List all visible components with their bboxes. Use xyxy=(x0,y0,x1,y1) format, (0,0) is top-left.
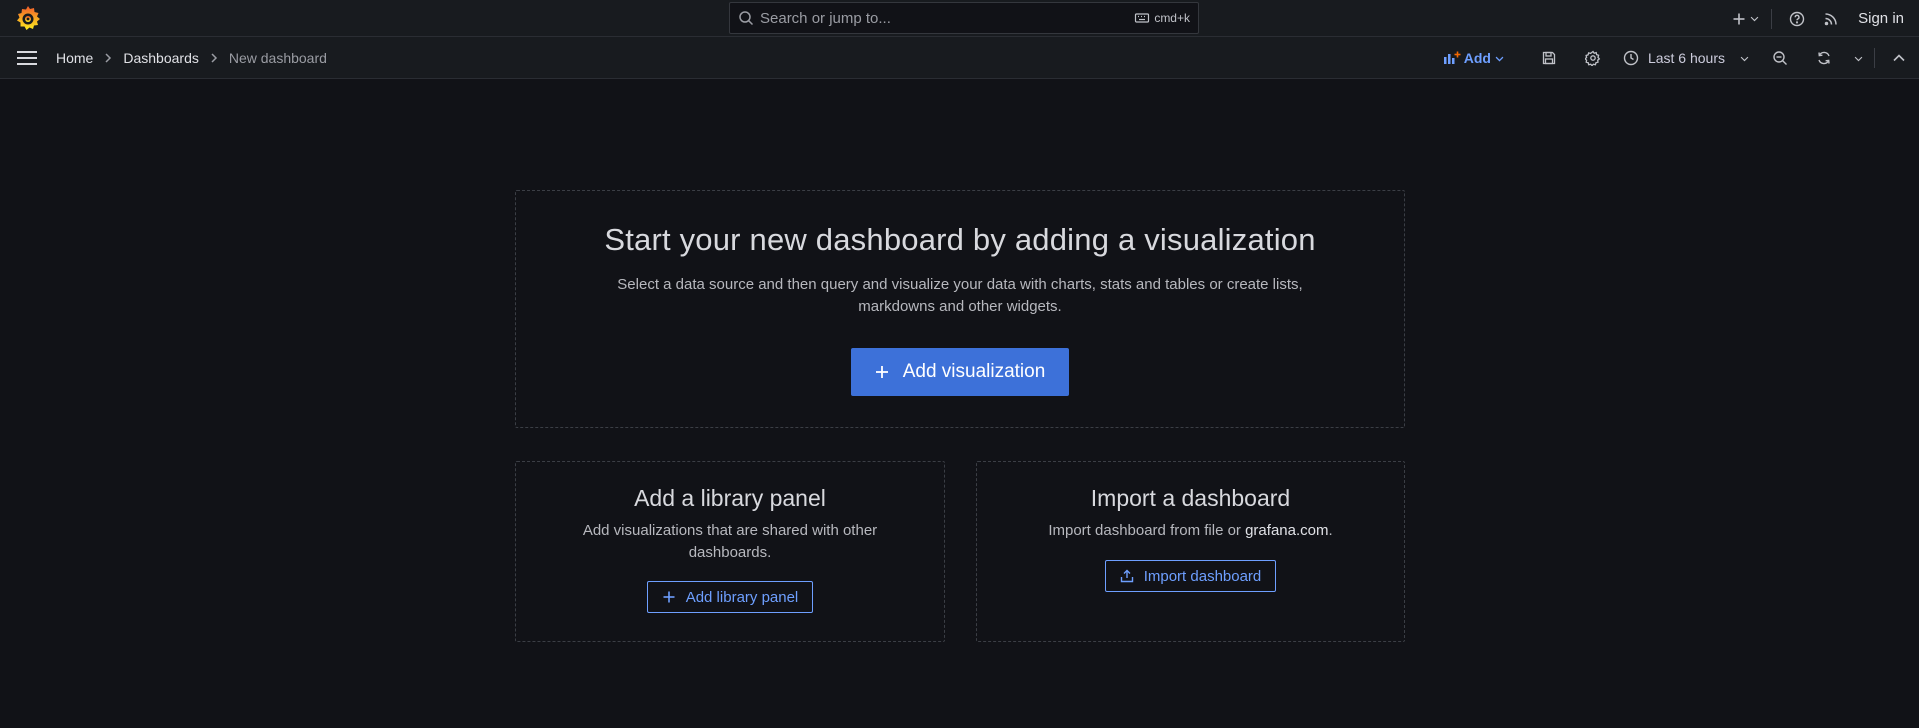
settings-button[interactable] xyxy=(1571,37,1615,79)
import-description-end: . xyxy=(1328,522,1333,539)
import-description-text: Import dashboard from file or xyxy=(1048,522,1246,539)
time-range-label: Last 6 hours xyxy=(1647,50,1725,66)
empty-dashboard-title: Start your new dashboard by adding a vis… xyxy=(604,222,1316,257)
add-library-panel-label: Add library panel xyxy=(685,588,799,606)
add-button[interactable]: Add xyxy=(1443,50,1505,66)
chevron-right-icon xyxy=(211,53,217,63)
time-range-picker[interactable]: Last 6 hours xyxy=(1623,50,1758,66)
refresh-button[interactable] xyxy=(1802,37,1846,79)
search-placeholder: Search or jump to... xyxy=(760,9,891,27)
chevron-right-icon xyxy=(105,53,112,63)
chevron-up-icon xyxy=(1893,54,1905,62)
import-dashboard-button[interactable]: Import dashboard xyxy=(1104,560,1277,592)
plus-icon xyxy=(1733,13,1745,24)
top-bar: Search or jump to... cmd+k Sign in xyxy=(0,0,1919,37)
refresh-icon xyxy=(1818,51,1830,65)
import-dashboard-description: Import dashboard from file or grafana.co… xyxy=(1048,520,1332,542)
breadcrumb: Home Dashboards New dashboard xyxy=(56,37,327,79)
zoom-out-icon xyxy=(1773,51,1787,65)
search-shortcut: cmd+k xyxy=(1134,10,1190,26)
plus-icon xyxy=(663,591,675,603)
empty-dashboard-panel: Start your new dashboard by adding a vis… xyxy=(515,190,1405,428)
plus-icon xyxy=(875,366,888,378)
gear-icon xyxy=(1584,50,1601,66)
add-library-panel-button[interactable]: Add library panel xyxy=(646,581,814,613)
breadcrumb-dashboards[interactable]: Dashboards xyxy=(123,50,199,66)
search-icon xyxy=(739,11,754,26)
library-panel-card: Add a library panel Add visualizations t… xyxy=(515,461,945,642)
top-bar-actions: Sign in xyxy=(1727,0,1919,37)
save-button[interactable] xyxy=(1527,37,1571,79)
library-panel-description: Add visualizations that are shared with … xyxy=(582,522,878,561)
keyboard-icon xyxy=(1135,13,1150,23)
toolbar-actions: Add Last 6 hours xyxy=(1443,37,1919,79)
import-dashboard-label: Import dashboard xyxy=(1143,567,1262,585)
chevron-down-icon xyxy=(1854,56,1862,61)
help-button[interactable] xyxy=(1780,0,1814,37)
menu-icon[interactable] xyxy=(16,49,38,67)
chevron-down-icon xyxy=(1740,56,1749,61)
news-button[interactable] xyxy=(1814,0,1848,37)
grafana-com-link[interactable]: grafana.com xyxy=(1245,522,1328,539)
add-visualization-button[interactable]: Add visualization xyxy=(850,348,1070,396)
grafana-logo-icon[interactable] xyxy=(15,5,41,31)
breadcrumb-current: New dashboard xyxy=(228,50,327,66)
add-button-label: Add xyxy=(1463,50,1491,66)
collapse-toolbar-button[interactable] xyxy=(1879,37,1919,79)
zoom-out-button[interactable] xyxy=(1758,37,1802,79)
search-shortcut-text: cmd+k xyxy=(1154,11,1190,25)
clock-icon xyxy=(1623,50,1639,66)
divider xyxy=(1874,48,1875,68)
new-menu-button[interactable] xyxy=(1727,0,1763,37)
library-panel-title: Add a library panel xyxy=(634,485,826,511)
search-input[interactable]: Search or jump to... cmd+k xyxy=(729,2,1199,34)
refresh-interval-dropdown[interactable] xyxy=(1846,37,1870,79)
divider xyxy=(1771,8,1773,29)
help-icon xyxy=(1789,11,1805,26)
sign-in-link[interactable]: Sign in xyxy=(1858,10,1904,27)
chevron-down-icon xyxy=(1750,16,1758,22)
import-dashboard-card: Import a dashboard Import dashboard from… xyxy=(976,461,1405,642)
breadcrumb-home[interactable]: Home xyxy=(56,50,93,66)
add-panel-icon xyxy=(1443,51,1461,64)
save-icon xyxy=(1542,51,1556,65)
upload-icon xyxy=(1120,569,1133,583)
import-dashboard-title: Import a dashboard xyxy=(1090,485,1291,511)
rss-icon xyxy=(1824,12,1837,25)
add-visualization-label: Add visualization xyxy=(902,361,1046,382)
dashboard-toolbar: Home Dashboards New dashboard Add Last 6 xyxy=(0,37,1919,79)
chevron-down-icon xyxy=(1495,56,1504,61)
empty-dashboard-description: Select a data source and then query and … xyxy=(617,276,1303,315)
